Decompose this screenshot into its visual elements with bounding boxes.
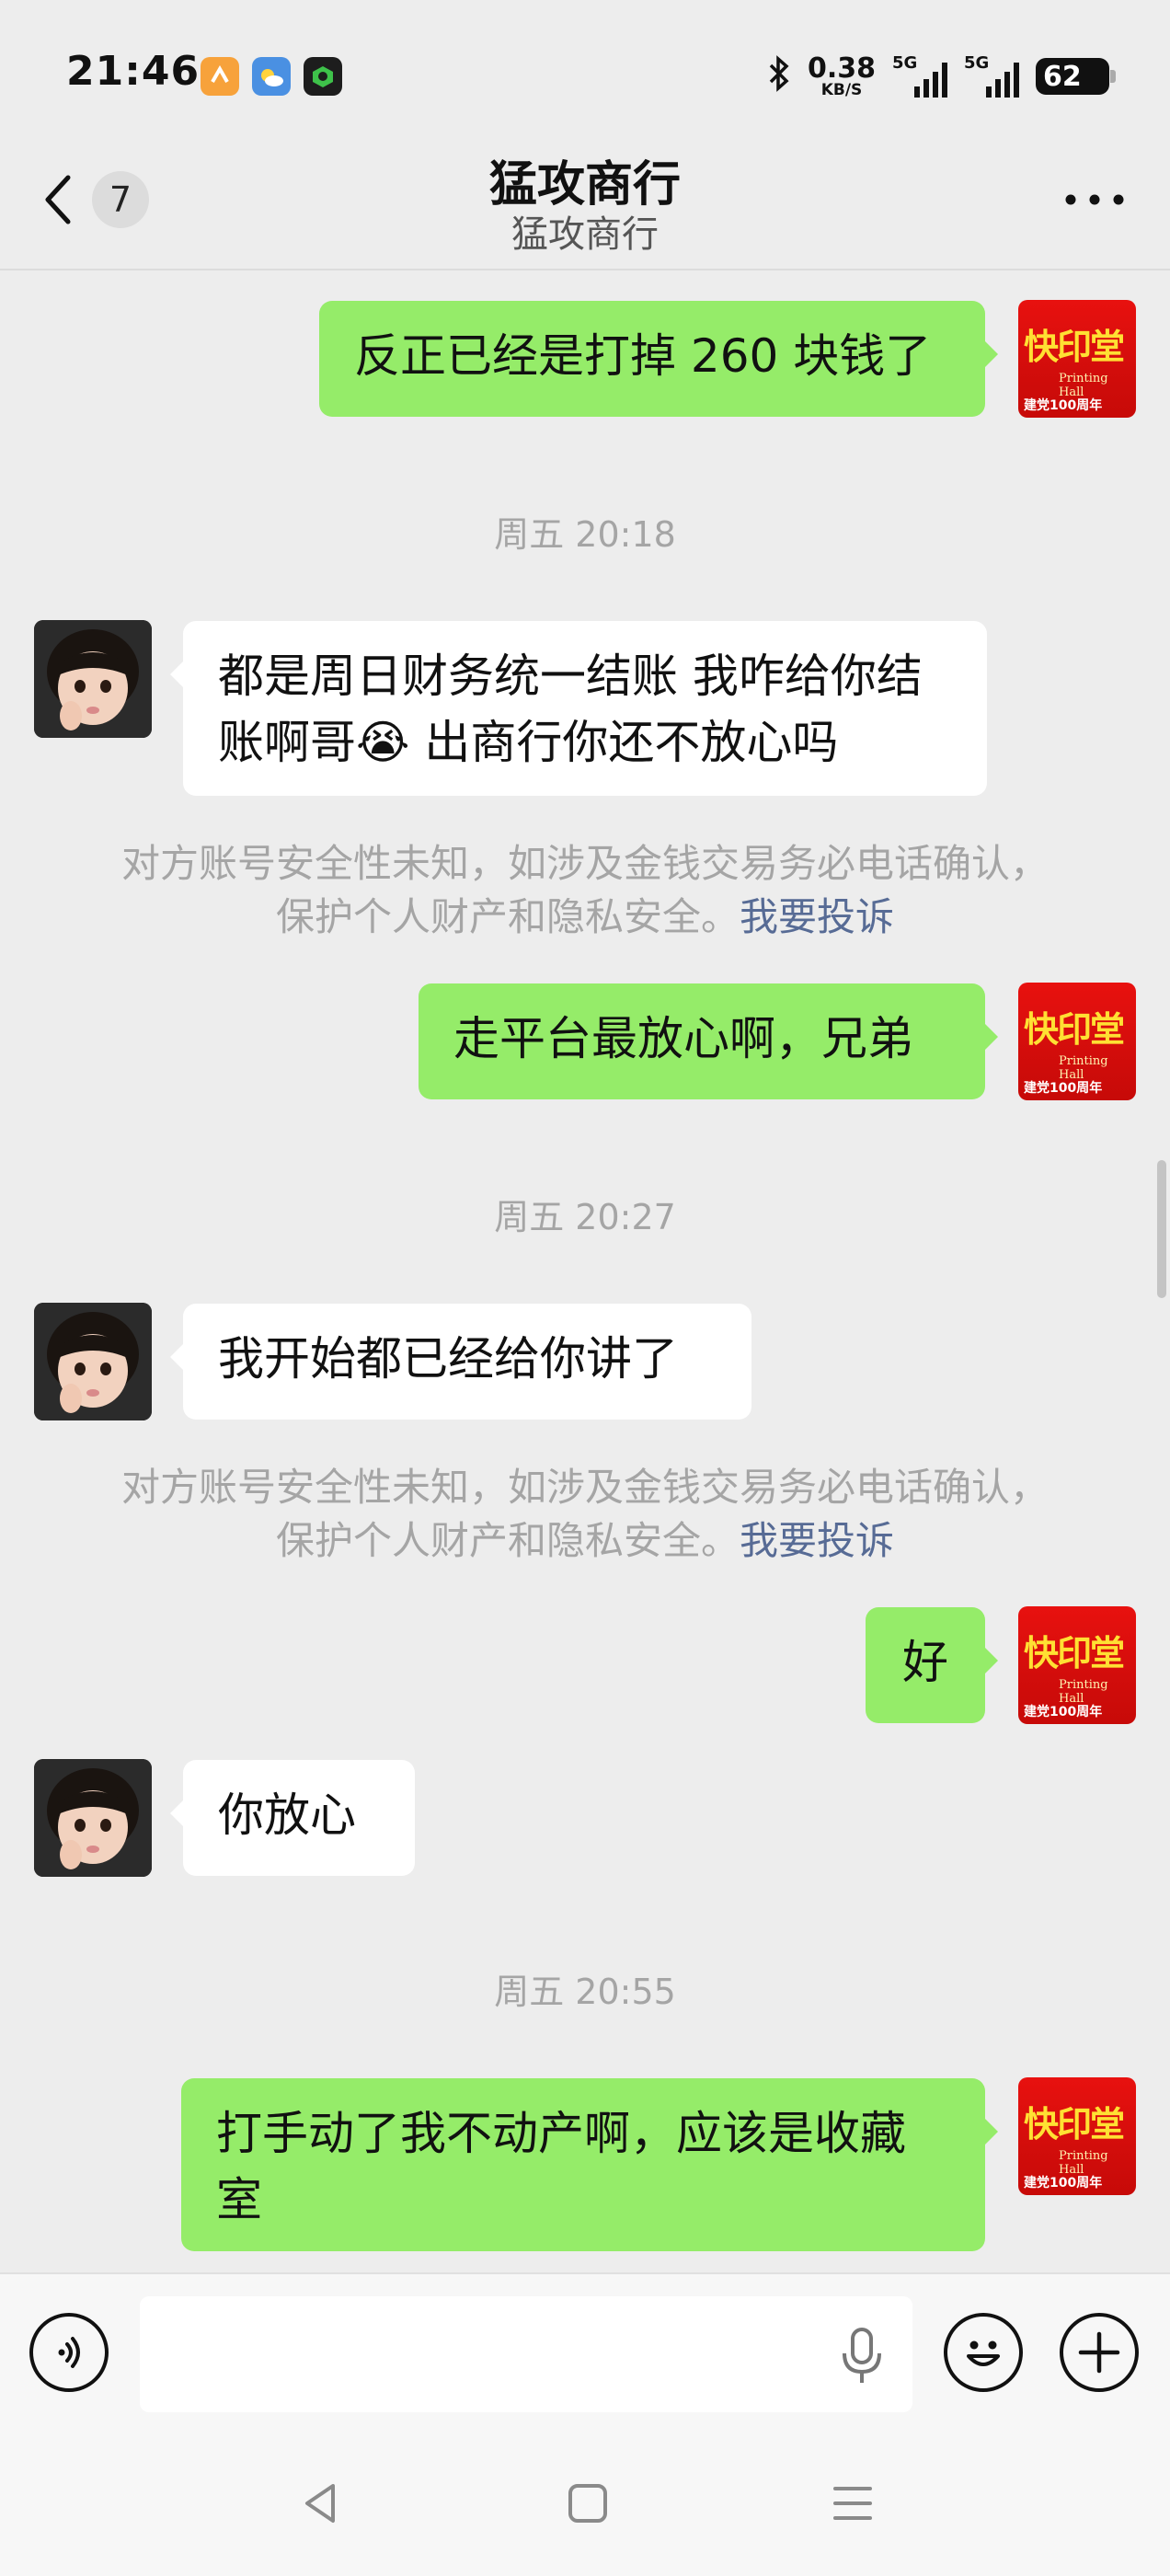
crying-laughing-emoji: 😭 (356, 716, 410, 769)
more-functions-button[interactable] (1060, 2313, 1139, 2392)
avatar-logo-text: 快印堂 (1024, 1632, 1125, 1673)
security-warning-line: 对方账号安全性未知，如涉及金钱交易务必电话确认， (120, 1465, 1049, 1510)
message-text-part: 账啊哥 (218, 716, 356, 769)
avatar-logo-text: 快印堂 (1024, 2103, 1125, 2145)
smiley-icon (967, 2340, 1000, 2366)
print-hall-logo-avatar: 快印堂 Printing Hall 建党100周年 (1018, 1606, 1136, 1724)
triangle-back-icon (305, 2484, 335, 2523)
battery-level: 62 (1043, 60, 1082, 93)
security-warning-text: 保护个人财产和隐私安全。 (275, 894, 740, 939)
scrollbar-thumb[interactable] (1157, 1160, 1166, 1298)
voice-wave-icon (58, 2337, 80, 2368)
signal-strength-icon: 5G (892, 53, 947, 98)
nav-back-button[interactable] (289, 2471, 353, 2536)
plus-icon (1078, 2331, 1120, 2374)
message-text: 我开始都已经给你讲了 (218, 1332, 678, 1386)
message-bubble-received[interactable]: 都是周日财务统一结账 我咋给你结 账啊哥😭 出商行你还不放心吗 (170, 621, 987, 796)
orange-app-icon (201, 57, 239, 96)
message-text-part: 出商行你还不放心吗 (409, 716, 839, 769)
message-bubble-sent[interactable]: 反正已经是打掉 260 块钱了 (319, 301, 998, 417)
contact-avatar[interactable] (34, 620, 152, 738)
message-row: 我开始都已经给你讲了 (0, 1303, 1170, 1422)
my-avatar[interactable]: 快印堂 Printing Hall 建党100周年 (1018, 983, 1136, 1100)
print-hall-logo-avatar: 快印堂 Printing Hall 建党100周年 (1018, 2077, 1136, 2195)
microphone-icon[interactable] (837, 2326, 887, 2386)
menu-lines-icon (833, 2487, 872, 2520)
my-avatar[interactable]: 快印堂 Printing Hall 建党100周年 (1018, 300, 1136, 418)
network-speed: 0.38 KB/S (807, 52, 876, 99)
battery-icon: 62 (1036, 58, 1116, 95)
child-photo-avatar (34, 1303, 152, 1420)
print-hall-logo-avatar: 快印堂 Printing Hall 建党100周年 (1018, 300, 1136, 418)
status-indicators: 0.38 KB/S 5G 5G 62 (767, 52, 1116, 99)
signal-strength-icon: 5G (964, 53, 1019, 98)
child-photo-avatar (34, 1759, 152, 1877)
nav-recents-button[interactable] (820, 2471, 885, 2536)
my-avatar[interactable]: 快印堂 Printing Hall 建党100周年 (1018, 2077, 1136, 2195)
report-link[interactable]: 我要投诉 (740, 1518, 894, 1563)
security-warning-line: 保护个人财产和隐私安全。我要投诉 (0, 1514, 1170, 1568)
security-warning: 对方账号安全性未知，如涉及金钱交易务必电话确认， 保护个人财产和隐私安全。我要投… (0, 1461, 1170, 1568)
message-text: 好 (902, 1636, 948, 1689)
bluetooth-icon (767, 54, 791, 98)
square-home-icon (568, 2484, 607, 2523)
child-photo-avatar (34, 620, 152, 738)
security-warning-text: 保护个人财产和隐私安全。 (275, 1518, 740, 1563)
message-text: 走平台最放心啊，兄弟 (453, 1012, 913, 1065)
message-row: 都是周日财务统一结账 我咋给你结 账啊哥😭 出商行你还不放心吗 (0, 620, 1170, 804)
message-row: 你放心 (0, 1759, 1170, 1879)
avatar-logo-bottom-text: 建党100周年 (1024, 1081, 1103, 1096)
voice-mode-button[interactable] (29, 2313, 109, 2392)
message-text-line: 打手动了我不动产啊，应该是收藏 (216, 2107, 906, 2160)
avatar-logo-text: 快印堂 (1024, 326, 1125, 367)
message-row: 走平台最放心啊，兄弟 快印堂 Printing Hall 建党100周年 (0, 983, 1170, 1102)
net-speed-unit: KB/S (820, 80, 863, 99)
weather-app-icon (252, 57, 291, 96)
avatar-logo-bottom-text: 建党100周年 (1024, 2176, 1103, 2191)
contact-avatar[interactable] (34, 1303, 152, 1420)
timestamp: 周五 20:18 (494, 514, 676, 555)
message-row: 好 快印堂 Printing Hall 建党100周年 (0, 1606, 1170, 1726)
chat-header: 7 猛攻商行 猛攻商行 (0, 138, 1170, 270)
message-text-line: 都是周日财务统一结账 我咋给你结 (218, 650, 923, 703)
security-warning-line: 保护个人财产和隐私安全。我要投诉 (0, 891, 1170, 944)
avatar-logo-bottom-text: 建党100周年 (1024, 398, 1103, 413)
timestamp: 周五 20:27 (494, 1197, 676, 1237)
report-link[interactable]: 我要投诉 (740, 894, 894, 939)
security-app-icon (304, 57, 342, 96)
system-navigation-bar (0, 2429, 1170, 2576)
notification-icons (201, 57, 342, 96)
timestamp: 周五 20:55 (494, 1972, 676, 2012)
avatar-logo-bottom-text: 建党100周年 (1024, 1705, 1103, 1719)
message-text-line: 账啊哥😭 出商行你还不放心吗 (218, 709, 952, 776)
status-time: 21:46 (66, 48, 201, 95)
status-bar: 21:46 0.38 KB/S 5G 5G 62 (0, 0, 1170, 138)
message-text: 反正已经是打掉 260 块钱了 (354, 329, 932, 383)
print-hall-logo-avatar: 快印堂 Printing Hall 建党100周年 (1018, 983, 1136, 1100)
more-options-icon[interactable] (1061, 186, 1128, 213)
message-bubble-sent[interactable]: 走平台最放心啊，兄弟 (419, 983, 998, 1099)
security-warning-line: 对方账号安全性未知，如涉及金钱交易务必电话确认， (120, 841, 1049, 886)
emoji-button[interactable] (944, 2313, 1023, 2392)
message-bubble-sent[interactable]: 打手动了我不动产啊，应该是收藏 室 (181, 2078, 998, 2251)
message-text: 你放心 (218, 1788, 356, 1842)
message-input[interactable] (140, 2296, 912, 2412)
message-row: 反正已经是打掉 260 块钱了 快印堂 Printing Hall 建党100周… (0, 300, 1170, 420)
message-bubble-sent[interactable]: 好 (866, 1607, 998, 1723)
security-warning: 对方账号安全性未知，如涉及金钱交易务必电话确认， 保护个人财产和隐私安全。我要投… (0, 837, 1170, 944)
contact-avatar[interactable] (34, 1759, 152, 1877)
net-speed-value: 0.38 (807, 52, 876, 85)
message-bubble-received[interactable]: 你放心 (170, 1760, 415, 1876)
message-bubble-received[interactable]: 我开始都已经给你讲了 (170, 1304, 751, 1420)
message-text-line: 室 (216, 2173, 262, 2226)
avatar-logo-text: 快印堂 (1024, 1008, 1125, 1050)
message-row: 打手动了我不动产啊，应该是收藏 室 快印堂 Printing Hall 建党10… (0, 2077, 1170, 2261)
message-list[interactable]: 反正已经是打掉 260 块钱了 快印堂 Printing Hall 建党100周… (0, 272, 1170, 2272)
nav-home-button[interactable] (556, 2471, 620, 2536)
input-bar (0, 2272, 1170, 2429)
my-avatar[interactable]: 快印堂 Printing Hall 建党100周年 (1018, 1606, 1136, 1724)
chat-subtitle: 猛攻商行 (511, 213, 659, 256)
